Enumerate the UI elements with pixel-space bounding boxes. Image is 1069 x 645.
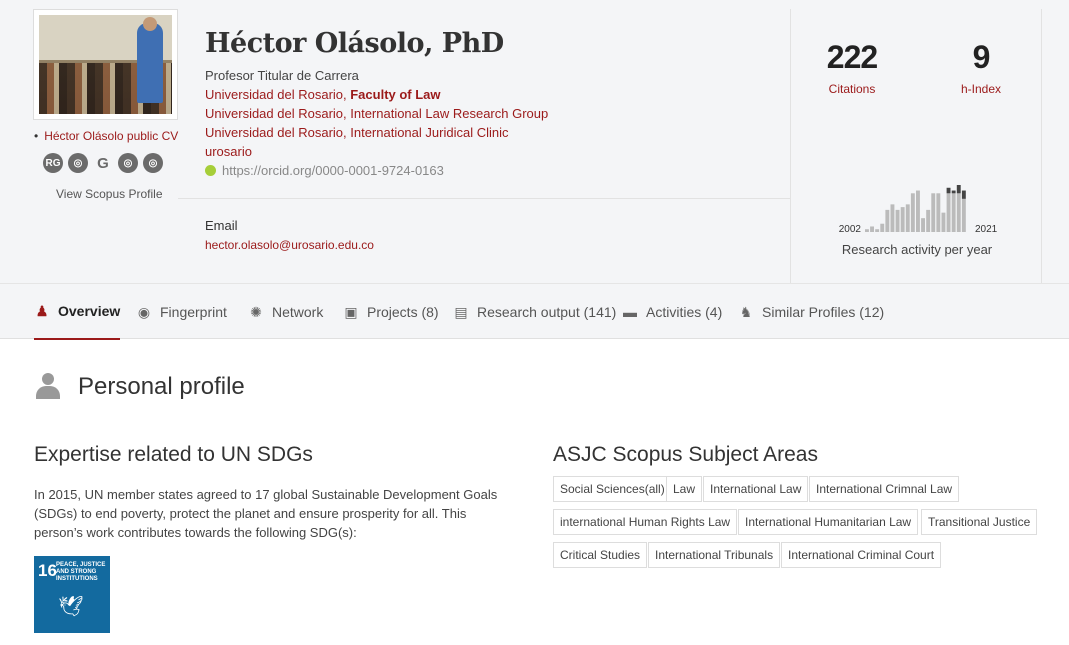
sdg-description: In 2015, UN member states agreed to 17 g… — [34, 487, 498, 540]
affiliation-faculty-of-law[interactable]: Universidad del Rosario, Faculty of Law — [205, 85, 548, 104]
activity-bar — [921, 218, 925, 232]
asjc-section-title: ASJC Scopus Subject Areas — [553, 443, 818, 466]
activity-bar — [895, 209, 900, 232]
email-label: Email — [205, 218, 238, 233]
activity-bar — [880, 223, 885, 232]
job-title: Profesor Titular de Carrera — [205, 68, 359, 83]
citations-label[interactable]: Citations — [802, 82, 902, 96]
activity-bar — [890, 204, 895, 232]
subject-tag[interactable]: Transitional Justice — [921, 509, 1038, 535]
subject-tag[interactable]: Critical Studies — [553, 542, 648, 568]
activity-bar — [961, 198, 966, 232]
external-profile-icons: RG ◎ G ◎ ◎ — [43, 153, 163, 173]
activity-bar — [885, 209, 890, 232]
dove-icon: 🕊 — [58, 596, 84, 618]
activity-bar — [951, 190, 956, 194]
fingerprint-icon: ◉ — [137, 303, 151, 320]
briefcase-icon: ▬ — [623, 304, 637, 320]
research-activity-chart[interactable]: 2002 2021 — [821, 177, 1011, 237]
activity-bar — [961, 190, 966, 199]
profile-tabs: ♟ Overview ◉ Fingerprint ✺ Network ▣ Project… — [0, 283, 1069, 340]
subject-tag[interactable]: International Crimnal Law — [809, 476, 960, 502]
tab-overview[interactable]: ♟ Overview — [34, 284, 121, 340]
activity-bar — [865, 229, 869, 232]
activity-bar — [951, 193, 956, 232]
globe-icon[interactable]: ◎ — [68, 153, 88, 173]
google-icon[interactable]: G — [93, 153, 113, 173]
profile-header: • Héctor Olásolo public CV RG ◎ G ◎ ◎ Vie… — [0, 0, 1069, 283]
tab-fingerprint[interactable]: ◉ Fingerprint — [136, 284, 227, 340]
activity-bar — [875, 229, 880, 232]
h-index-metric[interactable]: 9 h-Index — [931, 39, 1031, 96]
activity-bar — [916, 190, 920, 232]
orcid-link[interactable]: https://orcid.org/0000-0001-9724-0163 — [205, 161, 548, 180]
tab-activities[interactable]: ▬ Activities (4) — [622, 284, 722, 340]
activity-bar — [946, 193, 951, 232]
research-activity-label: Research activity per year — [841, 242, 993, 257]
activity-bar — [905, 204, 910, 232]
subject-tag[interactable]: Social Sciences(all) — [553, 476, 672, 502]
metrics-panel: 222 Citations 9 h-Index 2002 2021 Researc… — [790, 9, 1042, 283]
activity-bar — [941, 212, 946, 232]
affiliation-juridical-clinic[interactable]: Universidad del Rosario, International J… — [205, 123, 548, 142]
chart-start-year: 2002 — [839, 224, 862, 235]
affiliations: Profesor Titular de Carrera Universidad … — [205, 66, 548, 180]
activity-bar — [910, 193, 915, 232]
h-index-value: 9 — [972, 39, 991, 75]
email-link[interactable]: hector.olasolo@urosario.edu.co — [205, 238, 374, 252]
tab-research-output[interactable]: ▤ Research output (141) — [453, 284, 616, 340]
person-icon — [34, 373, 62, 401]
subject-tag[interactable]: International Humanitarian Law — [738, 509, 919, 535]
affiliation-research-group[interactable]: Universidad del Rosario, International L… — [205, 104, 548, 123]
tab-similar-profiles[interactable]: ♞ Similar Profiles (12) — [738, 284, 884, 340]
activity-bar — [900, 207, 905, 232]
orcid-icon — [205, 165, 216, 176]
people-icon: ♞ — [739, 303, 753, 320]
box-icon: ▣ — [344, 303, 358, 320]
activity-bar — [946, 187, 951, 194]
globe-icon[interactable]: ◎ — [143, 153, 163, 173]
subject-tag[interactable]: international Human Rights Law — [553, 509, 738, 535]
book-icon: ▤ — [454, 303, 468, 320]
subject-tag[interactable]: International Tribunals — [648, 542, 781, 568]
globe-icon[interactable]: ◎ — [118, 153, 138, 173]
subject-tag[interactable]: Law — [666, 476, 703, 502]
subject-tag[interactable]: International Law — [703, 476, 809, 502]
researchgate-icon[interactable]: RG — [43, 153, 63, 173]
activity-bar — [956, 193, 961, 232]
citations-value: 222 — [826, 39, 878, 75]
activity-bar — [931, 193, 936, 232]
subject-tag[interactable]: International Criminal Court — [781, 542, 942, 568]
chart-end-year: 2021 — [975, 224, 998, 235]
activity-bar — [936, 193, 941, 232]
divider — [178, 198, 790, 199]
citations-metric[interactable]: 222 Citations — [802, 39, 902, 96]
network-icon: ✺ — [250, 303, 262, 320]
activity-bar — [956, 185, 961, 194]
public-cv-link[interactable]: • Héctor Olásolo public CV — [34, 129, 178, 143]
activity-bar — [926, 209, 931, 232]
activity-bar — [870, 226, 874, 232]
profile-name: Héctor Olásolo, PhD — [205, 28, 504, 59]
tab-network[interactable]: ✺ Network — [248, 284, 323, 340]
personal-profile-heading: Personal profile — [34, 373, 245, 401]
tab-projects[interactable]: ▣ Projects (8) — [343, 284, 438, 340]
h-index-label[interactable]: h-Index — [931, 82, 1031, 96]
profile-photo — [33, 9, 178, 120]
person-icon: ♟ — [35, 302, 49, 319]
sdg-16-badge[interactable]: 16 PEACE, JUSTICE AND STRONG INSTITUTION… — [34, 556, 110, 633]
view-scopus-profile-link[interactable]: View Scopus Profile — [56, 187, 163, 201]
sdg-section-title: Expertise related to UN SDGs — [34, 443, 313, 466]
affiliation-urosario[interactable]: urosario — [205, 142, 548, 161]
